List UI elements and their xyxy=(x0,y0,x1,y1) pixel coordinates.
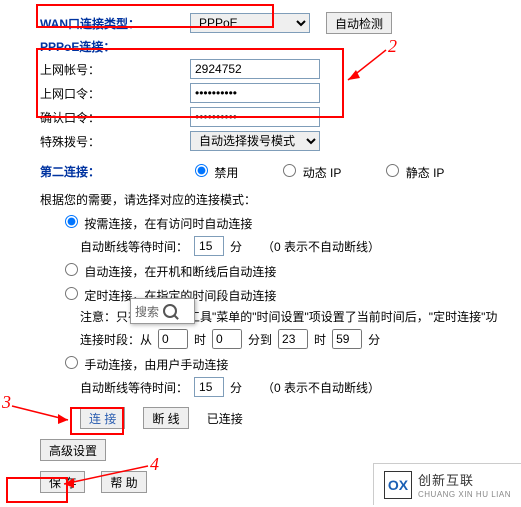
search-icon xyxy=(163,304,177,318)
confirm-input[interactable] xyxy=(190,107,320,127)
auto-dc-wait-input[interactable] xyxy=(194,236,224,256)
auto-dc-unit-2: 分 xyxy=(230,379,242,396)
second-conn-radio-static[interactable]: 静态 IP xyxy=(381,161,444,181)
time-range-label: 连接时段：从 xyxy=(80,331,152,348)
password-input[interactable] xyxy=(190,83,320,103)
time-from-min-input[interactable] xyxy=(212,329,242,349)
auto-dc-wait-input-2[interactable] xyxy=(194,377,224,397)
special-dial-select[interactable]: 自动选择拨号模式 xyxy=(190,131,320,151)
advanced-settings-button[interactable]: 高级设置 xyxy=(40,439,106,461)
wan-type-label: WAN口连接类型： xyxy=(40,15,190,32)
pppoe-title: PPPoE连接： xyxy=(40,38,501,55)
auto-dc-hint: （0 表示不自动断线） xyxy=(262,238,380,255)
brand-name: 创新互联 xyxy=(418,470,511,489)
wan-type-select[interactable]: PPPoE xyxy=(190,13,310,33)
brand-sub: CHUANG XIN HU LIAN xyxy=(418,490,511,499)
disconnect-button[interactable]: 断 线 xyxy=(143,407,188,429)
second-conn-radio-disable[interactable]: 禁用 xyxy=(190,161,238,181)
search-placeholder: 搜索 xyxy=(135,303,159,320)
account-label: 上网帐号： xyxy=(40,61,190,78)
mode-auto-radio[interactable]: 自动连接，在开机和断线后自动连接 xyxy=(60,260,276,280)
time-from-hour-input[interactable] xyxy=(158,329,188,349)
help-button[interactable]: 帮 助 xyxy=(101,471,146,493)
auto-dc-unit: 分 xyxy=(230,238,242,255)
account-input[interactable] xyxy=(190,59,320,79)
connect-button[interactable]: 连 接 xyxy=(80,407,125,429)
annotation-number-4: 4 xyxy=(150,454,159,475)
brand-mark-icon: OX xyxy=(384,471,412,499)
auto-detect-button[interactable]: 自动检测 xyxy=(326,12,392,34)
mode-manual-radio[interactable]: 手动连接，由用户手动连接 xyxy=(60,353,228,373)
time-to-min-input[interactable] xyxy=(332,329,362,349)
brand-logo: OX 创新互联 CHUANG XIN HU LIAN xyxy=(373,463,521,505)
mode-prompt: 根据您的需要，请选择对应的连接模式： xyxy=(40,191,501,208)
special-dial-label: 特殊拨号： xyxy=(40,133,190,150)
auto-dc-wait-label: 自动断线等待时间： xyxy=(80,238,188,255)
annotation-number-2: 2 xyxy=(388,36,397,57)
auto-dc-hint-2: （0 表示不自动断线） xyxy=(262,379,380,396)
search-overlay[interactable]: 搜索 xyxy=(130,298,195,324)
save-button[interactable]: 保 存 xyxy=(40,471,85,493)
second-conn-label: 第二连接： xyxy=(40,163,190,180)
auto-dc-wait-label-2: 自动断线等待时间： xyxy=(80,379,188,396)
password-label: 上网口令： xyxy=(40,85,190,102)
second-conn-radio-dynamic[interactable]: 动态 IP xyxy=(278,161,341,181)
mode-on-demand-radio[interactable]: 按需连接，在有访问时自动连接 xyxy=(60,212,252,232)
confirm-label: 确认口令： xyxy=(40,109,190,126)
time-to-hour-input[interactable] xyxy=(278,329,308,349)
connection-status: 已连接 xyxy=(207,410,243,427)
annotation-number-3: 3 xyxy=(2,392,11,413)
